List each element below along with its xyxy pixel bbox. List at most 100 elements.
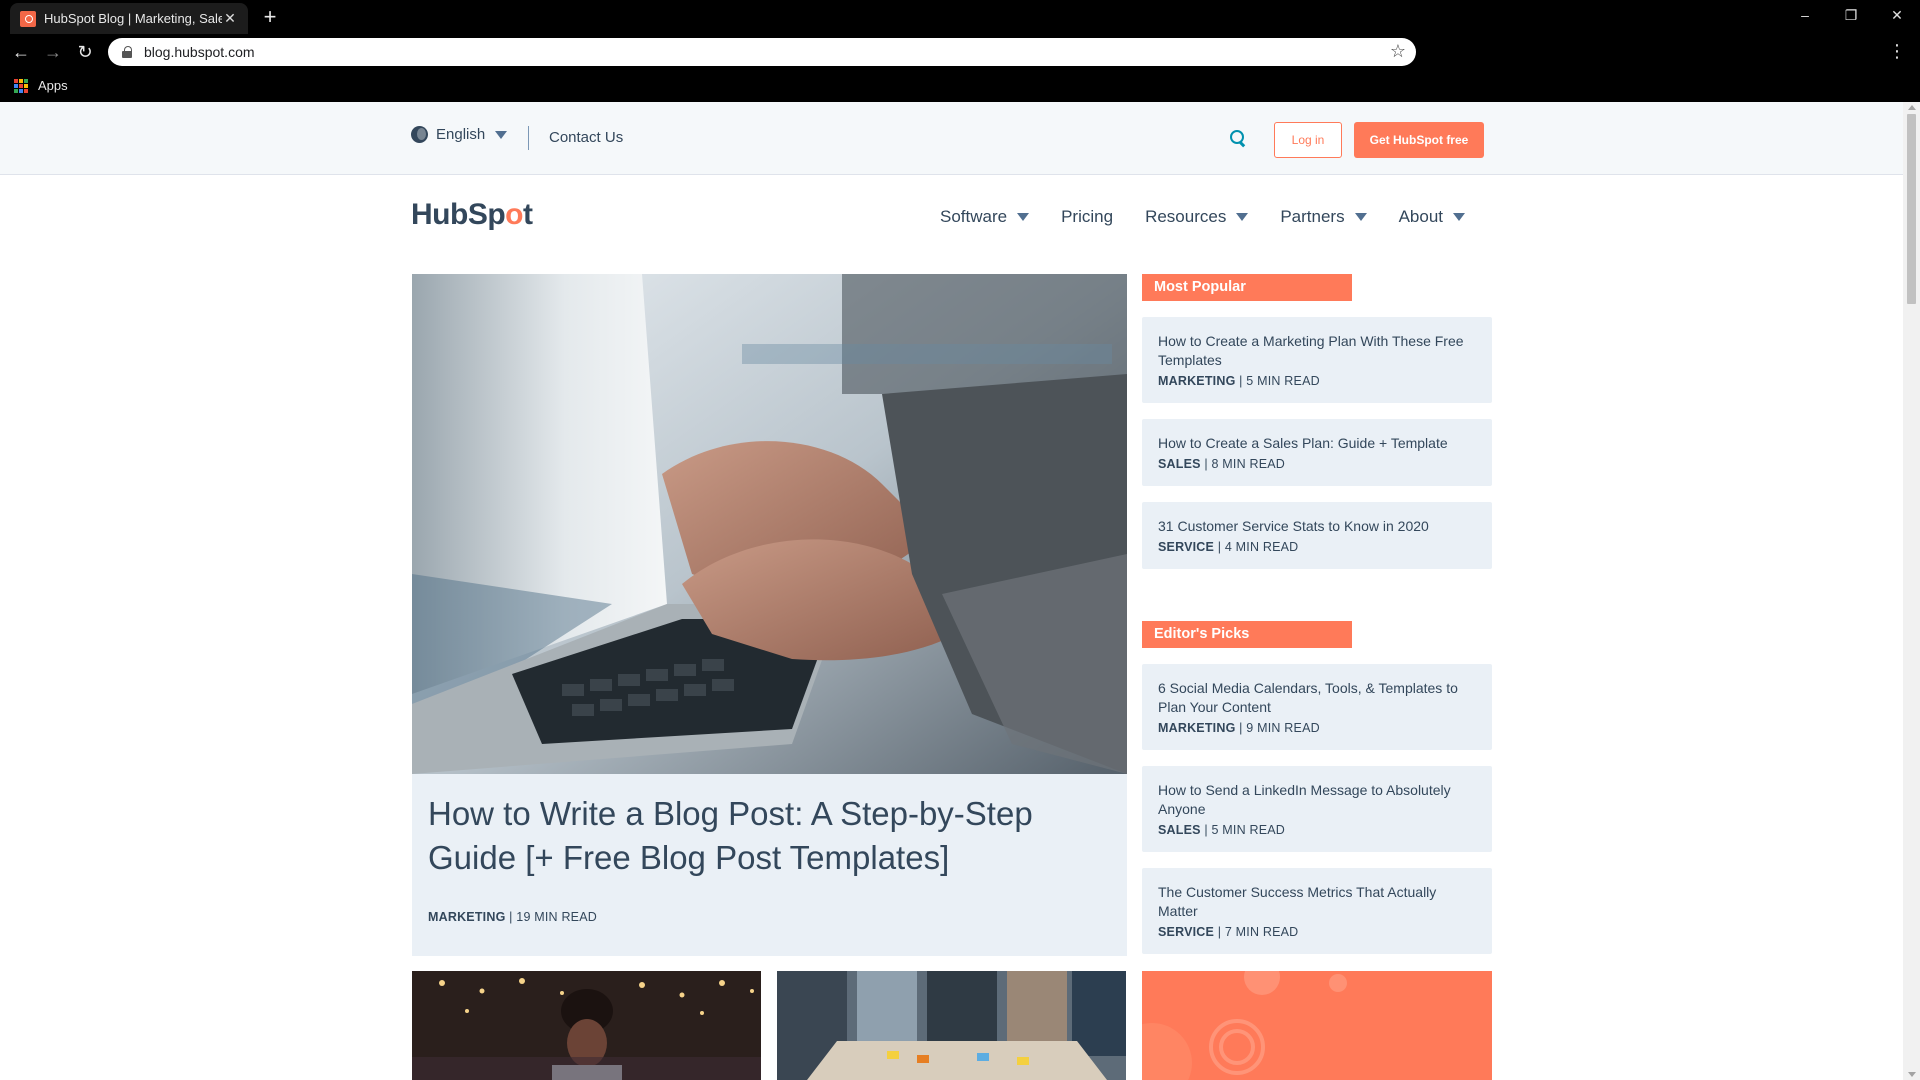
article-meta: MARKETING | 5 MIN READ — [1158, 374, 1320, 388]
browser-tabbar: HubSpot Blog | Marketing, Sales, ✕ + – ❐… — [0, 0, 1920, 34]
language-label: English — [436, 126, 486, 143]
promo-card[interactable] — [1142, 971, 1492, 1080]
apps-grid-icon — [14, 78, 28, 93]
minimize-icon[interactable]: – — [1782, 0, 1828, 30]
primary-nav-links: Software Pricing Resources Partners Abou… — [940, 207, 1497, 227]
scroll-thumb[interactable] — [1907, 114, 1916, 304]
most-popular-heading: Most Popular — [1142, 274, 1352, 301]
team-meeting-photo — [777, 971, 1126, 1080]
address-bar[interactable]: blog.hubspot.com ☆ — [108, 38, 1416, 66]
read-time: 4 MIN READ — [1224, 540, 1299, 554]
browser-tab[interactable]: HubSpot Blog | Marketing, Sales, ✕ — [10, 3, 248, 34]
tab-close-icon[interactable]: ✕ — [222, 10, 238, 27]
article-title[interactable]: How to Create a Sales Plan: Guide + Temp… — [1158, 434, 1476, 453]
list-item[interactable]: How to Create a Marketing Plan With Thes… — [1142, 317, 1492, 403]
list-item[interactable]: 31 Customer Service Stats to Know in 202… — [1142, 502, 1492, 569]
nav-resources[interactable]: Resources — [1145, 207, 1249, 227]
apps-bookmark[interactable]: Apps — [14, 78, 68, 93]
article-title[interactable]: The Customer Success Metrics That Actual… — [1158, 883, 1476, 921]
read-time: 9 MIN READ — [1246, 721, 1320, 735]
nav-partners-label: Partners — [1280, 207, 1345, 226]
nav-software[interactable]: Software — [940, 207, 1030, 227]
globe-icon — [411, 126, 428, 143]
chevron-down-icon — [1453, 213, 1466, 221]
article-category[interactable]: SALES — [1158, 457, 1201, 471]
apps-label: Apps — [38, 78, 68, 93]
list-item[interactable]: The Customer Success Metrics That Actual… — [1142, 868, 1492, 954]
nav-about[interactable]: About — [1399, 207, 1466, 227]
editors-picks-section: Editor's Picks 6 Social Media Calendars,… — [1142, 621, 1492, 954]
article-category[interactable]: SERVICE — [1158, 540, 1214, 554]
bookmark-star-icon[interactable]: ☆ — [1390, 41, 1406, 62]
contact-us-link[interactable]: Contact Us — [549, 129, 623, 146]
reload-icon[interactable]: ↻ — [72, 39, 98, 65]
article-category[interactable]: SERVICE — [1158, 925, 1214, 939]
search-icon[interactable] — [1230, 130, 1246, 146]
logo-sprocket: o — [505, 198, 523, 231]
read-time: 5 MIN READ — [1246, 374, 1320, 388]
scroll-up-icon[interactable] — [1908, 105, 1916, 110]
browser-toolbar: ← → ↻ blog.hubspot.com ☆ ⋮ — [0, 34, 1920, 70]
read-time: 7 MIN READ — [1224, 925, 1299, 939]
article-thumbnail[interactable] — [412, 971, 761, 1080]
hubspot-logo[interactable]: HubSpot — [411, 198, 533, 232]
read-time: 19 MIN READ — [516, 910, 597, 924]
list-item[interactable]: 6 Social Media Calendars, Tools, & Templ… — [1142, 664, 1492, 750]
page-scrollbar[interactable] — [1903, 102, 1920, 1080]
browser-menu-icon[interactable]: ⋮ — [1888, 41, 1906, 62]
logo-text-end: t — [522, 198, 533, 231]
login-button[interactable]: Log in — [1274, 122, 1342, 158]
article-category[interactable]: MARKETING — [1158, 721, 1236, 735]
article-meta: SERVICE | 4 MIN READ — [1158, 540, 1299, 554]
laptop-typing-photo — [412, 274, 1127, 774]
article-title[interactable]: How to Send a LinkedIn Message to Absolu… — [1158, 781, 1476, 819]
bookmarks-bar: Apps — [0, 70, 1920, 102]
tab-title: HubSpot Blog | Marketing, Sales, — [44, 11, 222, 26]
article-meta: SERVICE | 7 MIN READ — [1158, 925, 1299, 939]
article-meta: MARKETING | 9 MIN READ — [1158, 721, 1320, 735]
new-tab-button[interactable]: + — [258, 5, 282, 29]
forward-icon[interactable]: → — [40, 39, 66, 65]
chevron-down-icon — [495, 130, 508, 139]
logo-text-start: HubSp — [411, 198, 506, 231]
chevron-down-icon — [1017, 213, 1030, 221]
page-viewport: English Contact Us Log in Get HubSpot fr… — [0, 102, 1903, 1080]
read-time: 8 MIN READ — [1211, 457, 1286, 471]
article-meta: SALES | 5 MIN READ — [1158, 823, 1286, 837]
list-item[interactable]: How to Send a LinkedIn Message to Absolu… — [1142, 766, 1492, 852]
nav-resources-label: Resources — [1145, 207, 1227, 226]
article-category[interactable]: SALES — [1158, 823, 1201, 837]
window-close-icon[interactable]: ✕ — [1874, 0, 1920, 30]
article-meta: SALES | 8 MIN READ — [1158, 457, 1286, 471]
featured-article[interactable]: How to Write a Blog Post: A Step-by-Step… — [412, 274, 1127, 956]
featured-article-title[interactable]: How to Write a Blog Post: A Step-by-Step… — [428, 792, 1108, 880]
nav-partners[interactable]: Partners — [1280, 207, 1367, 227]
article-title[interactable]: How to Create a Marketing Plan With Thes… — [1158, 332, 1476, 370]
article-category[interactable]: MARKETING — [1158, 374, 1236, 388]
language-selector[interactable]: English — [411, 126, 508, 143]
article-thumbnail[interactable] — [777, 971, 1126, 1080]
main-nav: HubSpot Software Pricing Resources Partn… — [0, 175, 1903, 265]
nav-pricing[interactable]: Pricing — [1061, 207, 1113, 227]
most-popular-section: Most Popular How to Create a Marketing P… — [1142, 274, 1492, 569]
nav-software-label: Software — [940, 207, 1008, 226]
restore-icon[interactable]: ❐ — [1828, 0, 1874, 30]
article-title[interactable]: 6 Social Media Calendars, Tools, & Templ… — [1158, 679, 1476, 717]
utility-bar: English Contact Us Log in Get HubSpot fr… — [0, 102, 1903, 175]
divider — [528, 126, 529, 150]
get-hubspot-free-button[interactable]: Get HubSpot free — [1354, 122, 1484, 158]
featured-article-image[interactable] — [412, 274, 1127, 774]
woman-lights-photo — [412, 971, 761, 1080]
scroll-down-icon[interactable] — [1908, 1072, 1916, 1077]
chevron-down-icon — [1354, 213, 1367, 221]
chevron-down-icon — [1236, 213, 1249, 221]
back-icon[interactable]: ← — [8, 39, 34, 65]
url-text: blog.hubspot.com — [144, 44, 255, 60]
list-item[interactable]: How to Create a Sales Plan: Guide + Temp… — [1142, 419, 1492, 486]
article-category[interactable]: MARKETING — [428, 910, 506, 924]
read-time: 5 MIN READ — [1211, 823, 1286, 837]
decorative-circles-graphic — [1142, 971, 1492, 1080]
hubspot-favicon-icon — [20, 10, 36, 27]
editors-picks-heading: Editor's Picks — [1142, 621, 1352, 648]
article-title[interactable]: 31 Customer Service Stats to Know in 202… — [1158, 517, 1476, 536]
